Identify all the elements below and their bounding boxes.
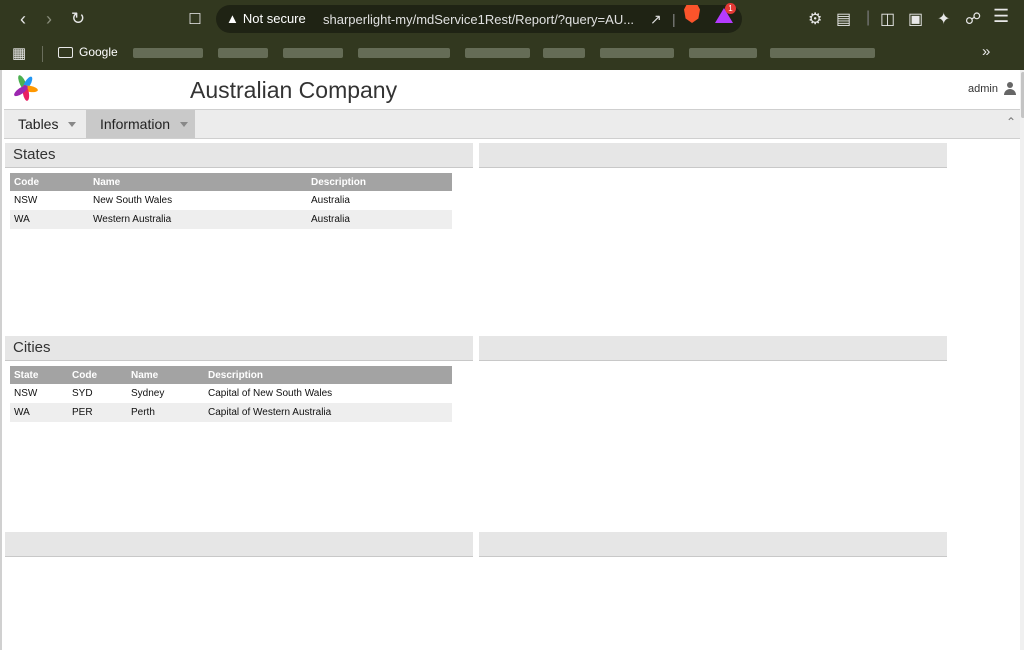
back-icon[interactable]: ‹: [12, 8, 34, 30]
table-header-row: State Code Name Description: [10, 366, 452, 384]
panel-empty-header: [479, 532, 947, 557]
chevron-up-icon[interactable]: ⌃: [1006, 115, 1016, 129]
page-scrollbar[interactable]: [1020, 70, 1024, 650]
bookmark-blurred[interactable]: [689, 48, 757, 58]
bookmark-icon[interactable]: ☐: [184, 8, 206, 30]
wallet-icon[interactable]: ▣: [908, 9, 923, 29]
table-cell: WA: [10, 403, 68, 422]
sidebar-icon[interactable]: ◫: [880, 9, 895, 29]
page-content: Australian Company admin Tables Informat…: [0, 70, 1024, 650]
panel-title: Cities: [13, 339, 51, 356]
security-indicator[interactable]: ▲ Not secure: [226, 11, 306, 26]
table-cell: Capital of New South Wales: [208, 388, 333, 399]
warning-icon: ▲: [226, 11, 239, 26]
table-cell: New South Wales: [93, 195, 173, 206]
menu-label: Tables: [18, 116, 59, 132]
browser-chrome: ‹ › ↻ ☐ ▲ Not secure sharperlight-my/mdS…: [0, 0, 1024, 70]
table-cell: SYD: [72, 388, 93, 399]
reader-mode-icon[interactable]: ▤: [836, 9, 851, 29]
address-bar[interactable]: ▲ Not secure sharperlight-my/mdService1R…: [216, 5, 742, 33]
forward-icon[interactable]: ›: [38, 8, 60, 30]
toolbar-separator: |: [866, 9, 871, 26]
caret-down-icon: [68, 121, 77, 127]
leo-ai-icon[interactable]: ✦: [937, 9, 950, 29]
bookmark-google[interactable]: Google: [58, 45, 118, 59]
table-header-row: Code Name Description: [10, 173, 452, 191]
company-logo-icon[interactable]: [12, 75, 38, 101]
table-cell: WA: [10, 210, 89, 229]
app-header: Australian Company admin: [2, 70, 1020, 109]
panel-empty-header: [5, 532, 473, 557]
bookmark-blurred[interactable]: [600, 48, 674, 58]
table-cell: Australia: [311, 195, 350, 206]
security-label: Not secure: [242, 11, 306, 26]
table-cell: NSW: [14, 195, 38, 206]
column-header[interactable]: State: [10, 366, 68, 384]
panel-title: States: [13, 146, 56, 163]
apps-icon[interactable]: ▦: [12, 44, 26, 62]
column-header[interactable]: Description: [307, 173, 452, 191]
reload-icon[interactable]: ↻: [67, 8, 89, 30]
column-header[interactable]: Name: [127, 366, 204, 384]
panel-empty-header: [479, 143, 947, 168]
table-cell: Australia: [307, 210, 452, 229]
table-cell: Capital of Western Australia: [204, 403, 452, 422]
bookmarks-bar: ▦ Google »: [0, 38, 1024, 68]
user-icon: [1003, 82, 1016, 95]
extensions-icon[interactable]: ⚙: [808, 9, 822, 29]
browser-toolbar: ‹ › ↻ ☐ ▲ Not secure sharperlight-my/mdS…: [0, 0, 1024, 38]
states-table: Code Name Description NSW New South Wale…: [10, 173, 452, 229]
menu-label: Information: [100, 116, 171, 132]
bookmark-blurred[interactable]: [770, 48, 875, 58]
folder-icon: [58, 46, 73, 58]
table-cell: Sydney: [131, 388, 165, 399]
table-cell: Perth: [127, 403, 204, 422]
more-bookmarks-icon[interactable]: »: [982, 43, 990, 60]
bookmark-blurred[interactable]: [283, 48, 343, 58]
url-separator: |: [672, 11, 676, 27]
page-title: Australian Company: [190, 77, 398, 103]
column-header[interactable]: Code: [10, 173, 89, 191]
table-cell: Western Australia: [89, 210, 307, 229]
column-header[interactable]: Code: [68, 366, 127, 384]
menu-bar: Tables Information ⌃: [4, 109, 1020, 139]
user-name: admin: [968, 82, 998, 95]
table-row[interactable]: WA PER Perth Capital of Western Australi…: [10, 403, 452, 422]
panel-states-header: States: [5, 143, 473, 168]
rewards-badge: 1: [725, 3, 736, 14]
user-menu[interactable]: admin: [968, 82, 1016, 95]
table-row[interactable]: NSW New South Wales Australia: [10, 191, 452, 210]
panel-cities-header: Cities: [5, 336, 473, 361]
table-cell: PER: [68, 403, 127, 422]
bookmark-blurred[interactable]: [133, 48, 203, 58]
table-cell: NSW: [14, 388, 38, 399]
bookmark-blurred[interactable]: [358, 48, 450, 58]
vpn-icon[interactable]: ☍: [965, 9, 981, 29]
table-row[interactable]: WA Western Australia Australia: [10, 210, 452, 229]
bookmark-label: Google: [79, 45, 118, 59]
url-text[interactable]: sharperlight-my/mdService1Rest/Report/?q…: [323, 12, 634, 27]
cities-table: State Code Name Description NSW SYD Sydn…: [10, 366, 452, 422]
share-icon[interactable]: ↗: [650, 11, 662, 28]
column-header[interactable]: Description: [204, 366, 452, 384]
menu-tables[interactable]: Tables: [4, 110, 86, 138]
bookmarks-separator: [42, 46, 43, 62]
bookmark-blurred[interactable]: [218, 48, 268, 58]
column-header[interactable]: Name: [89, 173, 307, 191]
caret-down-icon: [180, 121, 189, 127]
table-row[interactable]: NSW SYD Sydney Capital of New South Wale…: [10, 384, 452, 403]
menu-icon[interactable]: ☰: [993, 6, 1009, 27]
menu-information[interactable]: Information: [86, 110, 195, 138]
panel-empty-header: [479, 336, 947, 361]
bookmark-blurred[interactable]: [543, 48, 585, 58]
bookmark-blurred[interactable]: [465, 48, 530, 58]
